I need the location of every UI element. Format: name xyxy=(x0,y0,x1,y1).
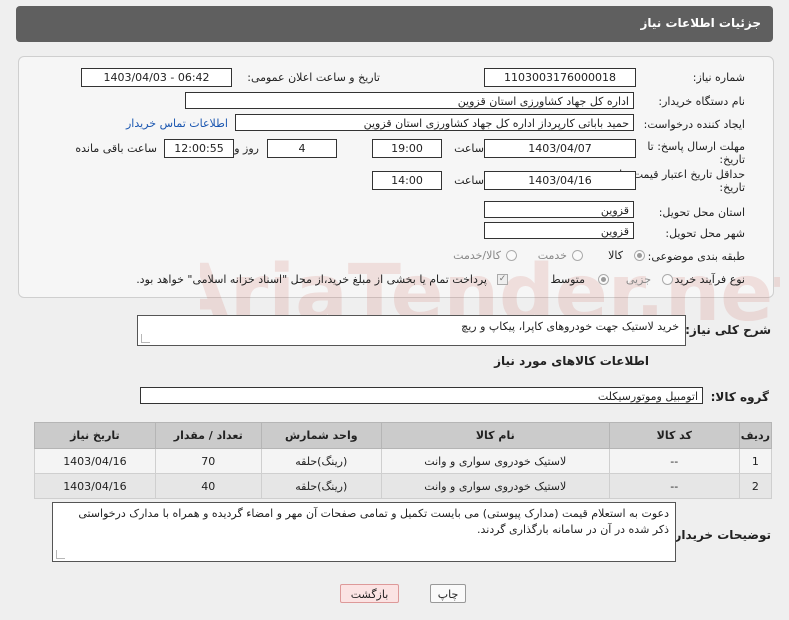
price-validity-label: حداقل تاریخ اعتبار قیمت: تا xyxy=(619,168,745,181)
treasury-payment-note: پرداخت تمام یا بخشی از مبلغ خرید،از محل … xyxy=(136,273,487,286)
goods-group-label: گروه کالا: xyxy=(710,390,769,404)
remaining-time-label: ساعت باقی مانده xyxy=(75,142,157,155)
cell-need-date: 1403/04/16 xyxy=(34,473,156,499)
goods-group-field: اتومبیل وموتورسیکلت xyxy=(140,387,703,404)
need-number-label: شماره نیاز: xyxy=(692,71,745,84)
price-validity-time-field: 14:00 xyxy=(372,171,442,190)
table-row: 1 -- لاستیک خودروی سواری و وانت (رینگ)حل… xyxy=(34,448,773,474)
category-label: طبقه بندی موضوعی: xyxy=(647,250,745,263)
reply-time-label: ساعت xyxy=(454,142,484,155)
price-validity-date-field: 1403/04/16 xyxy=(484,171,636,190)
treasury-checkbox[interactable]: ✓ xyxy=(497,274,508,285)
description-textarea[interactable]: خرید لاستیک جهت خودروهای کاپرا، پیکاپ و … xyxy=(137,315,686,346)
remaining-time-field: 12:00:55 xyxy=(164,139,234,158)
process-radio-minor[interactable] xyxy=(662,274,673,285)
goods-table-header: ردیف کد کالا نام کالا واحد شمارش تعداد /… xyxy=(34,422,773,449)
description-label: شرح کلی نیاز: xyxy=(685,323,771,337)
cell-quantity: 70 xyxy=(154,448,262,474)
reply-deadline-label: مهلت ارسال پاسخ: تا xyxy=(647,140,745,153)
goods-table: ردیف کد کالا نام کالا واحد شمارش تعداد /… xyxy=(34,422,773,499)
need-number-field: 1103003176000018 xyxy=(484,68,636,87)
category-option-goods-service: کالا/خدمت xyxy=(453,249,501,262)
col-need-date: تاریخ نیاز xyxy=(34,422,156,449)
cell-name: لاستیک خودروی سواری و وانت xyxy=(380,448,610,474)
resize-handle-icon[interactable] xyxy=(141,334,150,343)
category-option-goods: کالا xyxy=(608,249,623,262)
announce-datetime-label: تاریخ و ساعت اعلان عمومی: xyxy=(247,71,380,84)
process-type-label: نوع فرآیند خرید : xyxy=(667,273,745,286)
goods-section-title: اطلاعات کالاهای مورد نیاز xyxy=(494,354,649,368)
requester-label: ایجاد کننده درخواست: xyxy=(643,118,745,131)
process-radio-medium[interactable] xyxy=(598,274,609,285)
cell-need-date: 1403/04/16 xyxy=(34,448,156,474)
page-title: جزئیات اطلاعات نیاز xyxy=(640,16,761,30)
description-text: خرید لاستیک جهت خودروهای کاپرا، پیکاپ و … xyxy=(461,320,679,333)
buyer-contact-link[interactable]: اطلاعات تماس خریدار xyxy=(126,117,228,130)
delivery-city-label: شهر محل تحویل: xyxy=(665,227,745,240)
col-code: کد کالا xyxy=(608,422,740,449)
buyer-notes-text: دعوت به استعلام قیمت (مدارک پیوستی) می ب… xyxy=(78,507,669,536)
requester-field: حمید باباتی کارپرداز اداره کل جهاد کشاور… xyxy=(235,114,634,131)
cell-name: لاستیک خودروی سواری و وانت xyxy=(380,473,610,499)
col-quantity: تعداد / مقدار xyxy=(154,422,262,449)
back-button[interactable]: بازگشت xyxy=(340,584,399,603)
category-radio-goods-service[interactable] xyxy=(506,250,517,261)
cell-unit: (رینگ)حلقه xyxy=(260,473,382,499)
category-radio-goods[interactable] xyxy=(634,250,645,261)
col-name: نام کالا xyxy=(380,422,610,449)
cell-code: -- xyxy=(608,448,740,474)
resize-handle-icon[interactable] xyxy=(56,550,65,559)
price-validity-label-date: تاریخ: xyxy=(719,181,745,194)
price-validity-time-label: ساعت xyxy=(454,174,484,187)
table-row: 2 -- لاستیک خودروی سواری و وانت (رینگ)حل… xyxy=(34,473,773,499)
cell-row: 1 xyxy=(738,448,773,474)
delivery-province-label: استان محل تحویل: xyxy=(658,206,745,219)
announce-datetime-field: 1403/04/03 - 06:42 xyxy=(81,68,232,87)
buyer-notes-textarea[interactable]: دعوت به استعلام قیمت (مدارک پیوستی) می ب… xyxy=(52,502,676,562)
cell-unit: (رینگ)حلقه xyxy=(260,448,382,474)
delivery-province-field: قزوین xyxy=(484,201,634,218)
reply-deadline-date-field: 1403/04/07 xyxy=(484,139,636,158)
remaining-days-field: 4 xyxy=(267,139,337,158)
reply-time-field: 19:00 xyxy=(372,139,442,158)
col-row: ردیف xyxy=(738,422,773,449)
col-unit: واحد شمارش xyxy=(260,422,382,449)
process-option-minor: جزیی xyxy=(625,273,651,286)
remaining-days-label: روز و xyxy=(234,142,259,155)
cell-row: 2 xyxy=(738,473,773,499)
buyer-org-label: نام دستگاه خریدار: xyxy=(658,95,745,108)
buyer-org-field: اداره کل جهاد کشاورزی استان قزوین xyxy=(185,92,634,109)
buyer-notes-label: توضیحات خریدار: xyxy=(669,528,771,542)
reply-deadline-label-date: تاریخ: xyxy=(719,153,745,166)
delivery-city-field: قزوین xyxy=(484,222,634,239)
print-button[interactable]: چاپ xyxy=(430,584,466,603)
cell-quantity: 40 xyxy=(154,473,262,499)
process-option-medium: متوسط xyxy=(550,273,585,286)
page-header: جزئیات اطلاعات نیاز xyxy=(16,6,773,42)
cell-code: -- xyxy=(608,473,740,499)
category-radio-service[interactable] xyxy=(572,250,583,261)
category-option-service: خدمت xyxy=(537,249,567,262)
